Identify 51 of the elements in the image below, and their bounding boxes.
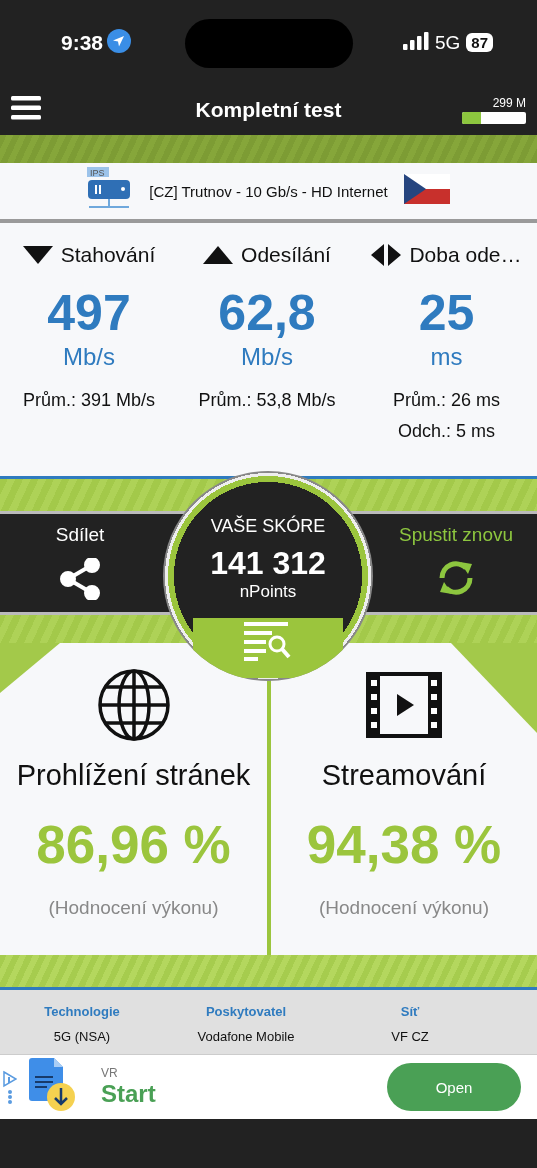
share-icon: [60, 558, 100, 600]
triangle-up-icon: [203, 246, 234, 264]
metric-value: 497: [47, 284, 131, 342]
info-value: 5G (NSA): [53, 1029, 111, 1044]
metric-unit: Mb/s: [241, 342, 293, 372]
metric-value: 62,8: [218, 284, 316, 342]
info-value: VF CZ: [391, 1029, 429, 1044]
score-title: VAŠE SKÓRE: [210, 516, 326, 537]
category-note: (Hodnocení výkonu): [318, 897, 489, 919]
score-unit: nPoints: [239, 582, 297, 602]
triangle-down-icon: [22, 246, 53, 264]
category-score: 86,96 %: [36, 814, 231, 875]
category-score: 94,38 %: [306, 814, 502, 875]
info-label: Síť: [400, 1004, 420, 1019]
data-usage-meter: [462, 112, 526, 124]
ad-brand: VR: [101, 1066, 119, 1080]
network-type: 5G: [434, 31, 461, 54]
menu-icon[interactable]: [11, 96, 41, 120]
metric-label: Stahování: [60, 243, 156, 267]
info-label: Poskytovatel: [205, 1004, 287, 1019]
info-label: Technologie: [44, 1004, 120, 1019]
opposing-triangles-icon: [371, 244, 402, 266]
share-button[interactable]: Sdílet: [0, 514, 160, 612]
data-usage-label: 299 M: [492, 96, 526, 110]
info-value: Vodafone Mobile: [197, 1029, 295, 1044]
metric-label: Odesílání: [241, 243, 331, 267]
screen-title: Kompletní test: [195, 98, 342, 121]
flag-icon: [403, 174, 450, 204]
signal-icon: [402, 31, 429, 50]
score-value: 141 312: [210, 545, 326, 582]
server-name: [CZ] Trutnov - 10 Gb/s - HD Internet: [149, 182, 388, 200]
metric-label: Doba ode…: [409, 243, 522, 267]
metric-value: 25: [418, 284, 475, 342]
category-note: (Hodnocení výkonu): [48, 897, 219, 919]
restart-button[interactable]: Spustit znovu: [375, 514, 537, 612]
battery-level: 87: [466, 33, 493, 52]
metric-stat: Prům.: 53,8 Mb/s: [198, 389, 336, 412]
metric-stat: Prům.: 26 ms: [393, 389, 500, 412]
film-play-icon: [366, 672, 442, 738]
list-search-icon[interactable]: [244, 622, 292, 662]
metric-stat: Odch.: 5 ms: [398, 420, 495, 443]
category-title: Prohlížení stránek: [16, 759, 251, 792]
document-download-icon: [27, 1058, 77, 1112]
clock: 9:38: [61, 30, 104, 55]
metric-stat: Prům.: 391 Mb/s: [22, 389, 155, 412]
category-title: Streamování: [321, 759, 487, 792]
globe-icon: [96, 668, 171, 742]
ad-title: Start: [101, 1080, 156, 1108]
metric-unit: Mb/s: [63, 342, 115, 372]
ad-info-icon[interactable]: [3, 1070, 17, 1104]
metric-unit: ms: [430, 342, 463, 372]
